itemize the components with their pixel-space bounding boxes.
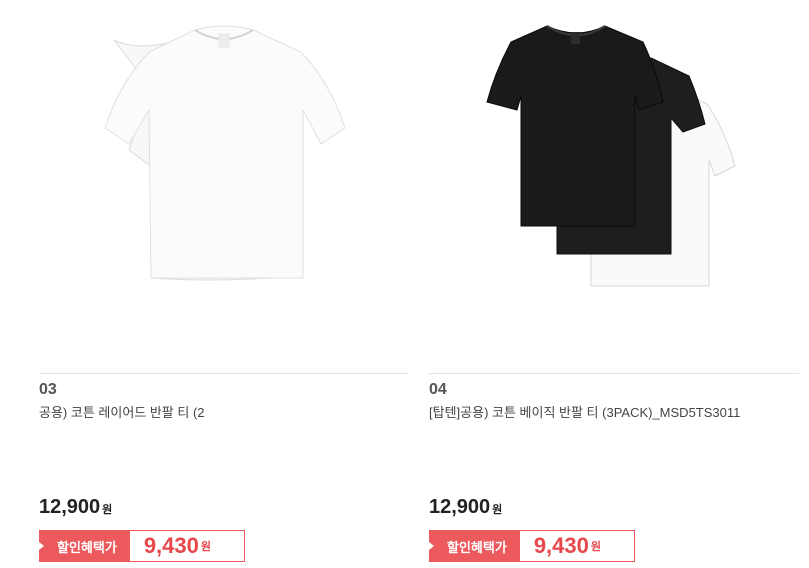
sale-price-value: 9,430 — [533, 533, 589, 558]
price-value: 12,900 — [429, 496, 491, 518]
product-rank: 03 — [39, 381, 57, 398]
white-tshirt-image[interactable] — [39, 0, 409, 370]
sale-price-row: 할인혜택가 9,430 원 — [39, 530, 245, 562]
product-card[interactable]: 03 공용) 코튼 레이어드 반팔 티 (2 12,900 원 할인혜택가 9,4… — [39, 0, 409, 568]
card-divider — [429, 373, 799, 374]
tshirt-3pack-image[interactable] — [429, 0, 799, 370]
sale-price-unit: 원 — [200, 541, 211, 553]
price-value: 12,900 — [39, 496, 101, 518]
product-name[interactable]: 공용) 코튼 레이어드 반팔 티 (2 — [39, 402, 391, 423]
sale-price: 9,430 원 — [128, 530, 245, 562]
sale-price: 9,430 원 — [518, 530, 635, 562]
sale-price-row: 할인혜택가 9,430 원 — [429, 530, 635, 562]
sale-label-badge: 할인혜택가 — [429, 530, 519, 562]
product-card[interactable]: 04 [탑텐]공용) 코튼 베이직 반팔 티 (3PACK)_MSD5TS301… — [429, 0, 799, 568]
card-divider — [39, 373, 409, 374]
price-unit: 원 — [102, 504, 113, 516]
price-unit: 원 — [492, 504, 503, 516]
product-name[interactable]: [탑텐]공용) 코튼 베이직 반팔 티 (3PACK)_MSD5TS3011 — [429, 402, 781, 423]
sale-price-value: 9,430 — [143, 533, 199, 558]
sale-price-unit: 원 — [590, 541, 601, 553]
product-price: 12,900 원 — [429, 496, 502, 519]
sale-label-badge: 할인혜택가 — [39, 530, 129, 562]
product-rank: 04 — [429, 381, 447, 398]
product-price: 12,900 원 — [39, 496, 112, 519]
